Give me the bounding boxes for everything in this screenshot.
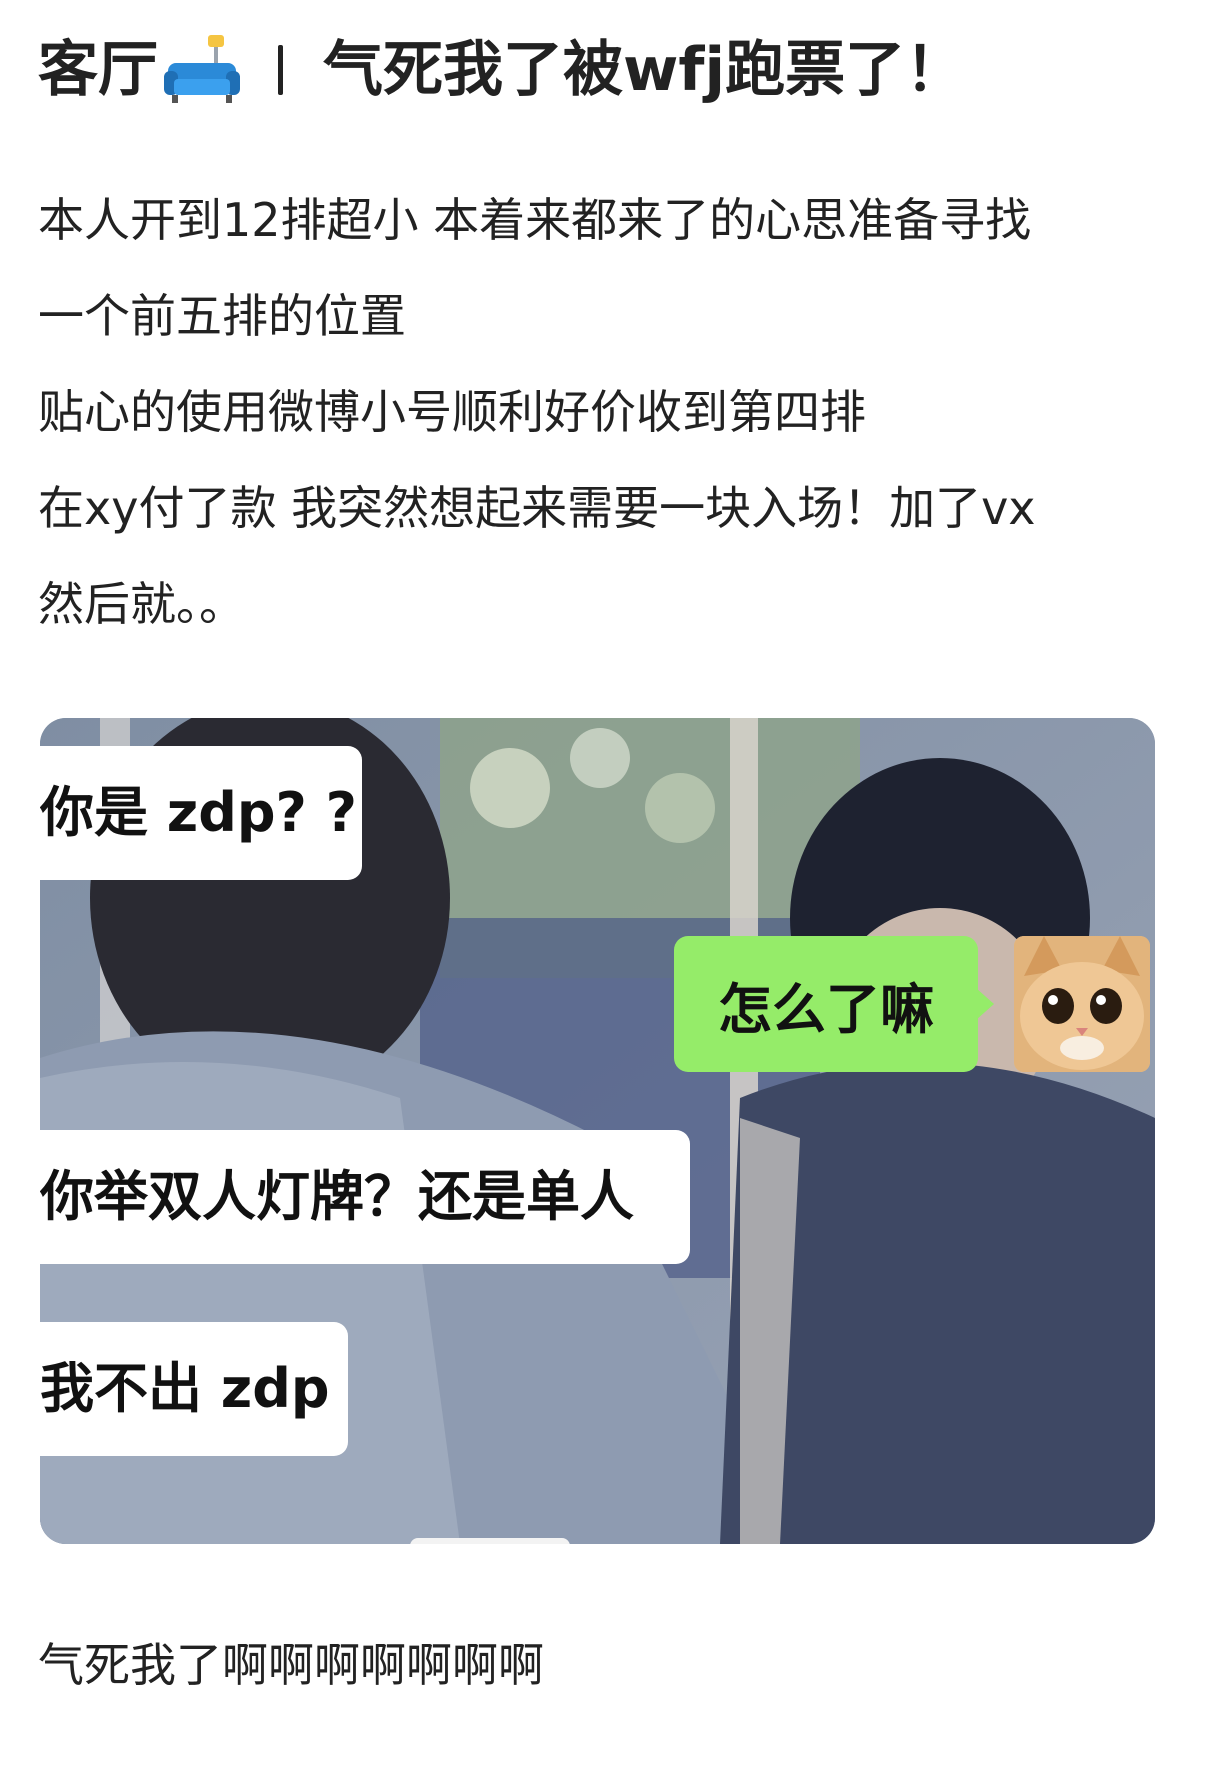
body-line: 在xy付了款 我突然想起来需要一块入场！加了vx bbox=[38, 481, 1036, 535]
message-text: 你是 zdp? ? bbox=[40, 781, 357, 844]
post: 客厅 气死我了被wfj跑票了！ 本人开到12排超小 本着来都来了的心思准备寻找 … bbox=[0, 0, 1208, 1774]
body-line: 贴心的使用微博小号顺利好价收到第四排 bbox=[38, 385, 866, 439]
chat-screenshot-image[interactable]: 你是 zdp? ? 怎么了嘛 你举双人灯牌？还是单人 我不出 zdp bbox=[40, 718, 1155, 1544]
message-text: 怎么了嘛 bbox=[718, 977, 934, 1041]
body-line: 然后就。。 bbox=[38, 577, 245, 631]
post-footer-text: 气死我了啊啊啊啊啊啊啊 bbox=[38, 1638, 544, 1692]
chat-bubble-sent: 怎么了嘛 bbox=[674, 936, 994, 1072]
message-text: 我不出 zdp bbox=[40, 1357, 330, 1420]
sofa-icon bbox=[162, 35, 242, 105]
cat-avatar bbox=[1014, 936, 1150, 1072]
chat-bubble-received: 你举双人灯牌？还是单人 bbox=[40, 1130, 690, 1264]
post-title: 客厅 气死我了被wfj跑票了！ bbox=[38, 30, 965, 110]
title-prefix: 客厅 bbox=[38, 35, 158, 105]
image-indicator bbox=[410, 1538, 570, 1544]
title-divider bbox=[278, 45, 283, 95]
chat-bubble-received: 你是 zdp? ? bbox=[40, 746, 362, 880]
post-body: 本人开到12排超小 本着来都来了的心思准备寻找 一个前五排的位置 贴心的使用微博… bbox=[38, 172, 1178, 652]
body-line: 本人开到12排超小 本着来都来了的心思准备寻找 bbox=[38, 193, 1032, 247]
title-main: 气死我了被wfj跑票了！ bbox=[323, 35, 966, 105]
body-line: 一个前五排的位置 bbox=[38, 289, 406, 343]
chat-bubble-received: 我不出 zdp bbox=[40, 1322, 348, 1456]
message-text: 你举双人灯牌？还是单人 bbox=[40, 1165, 634, 1228]
